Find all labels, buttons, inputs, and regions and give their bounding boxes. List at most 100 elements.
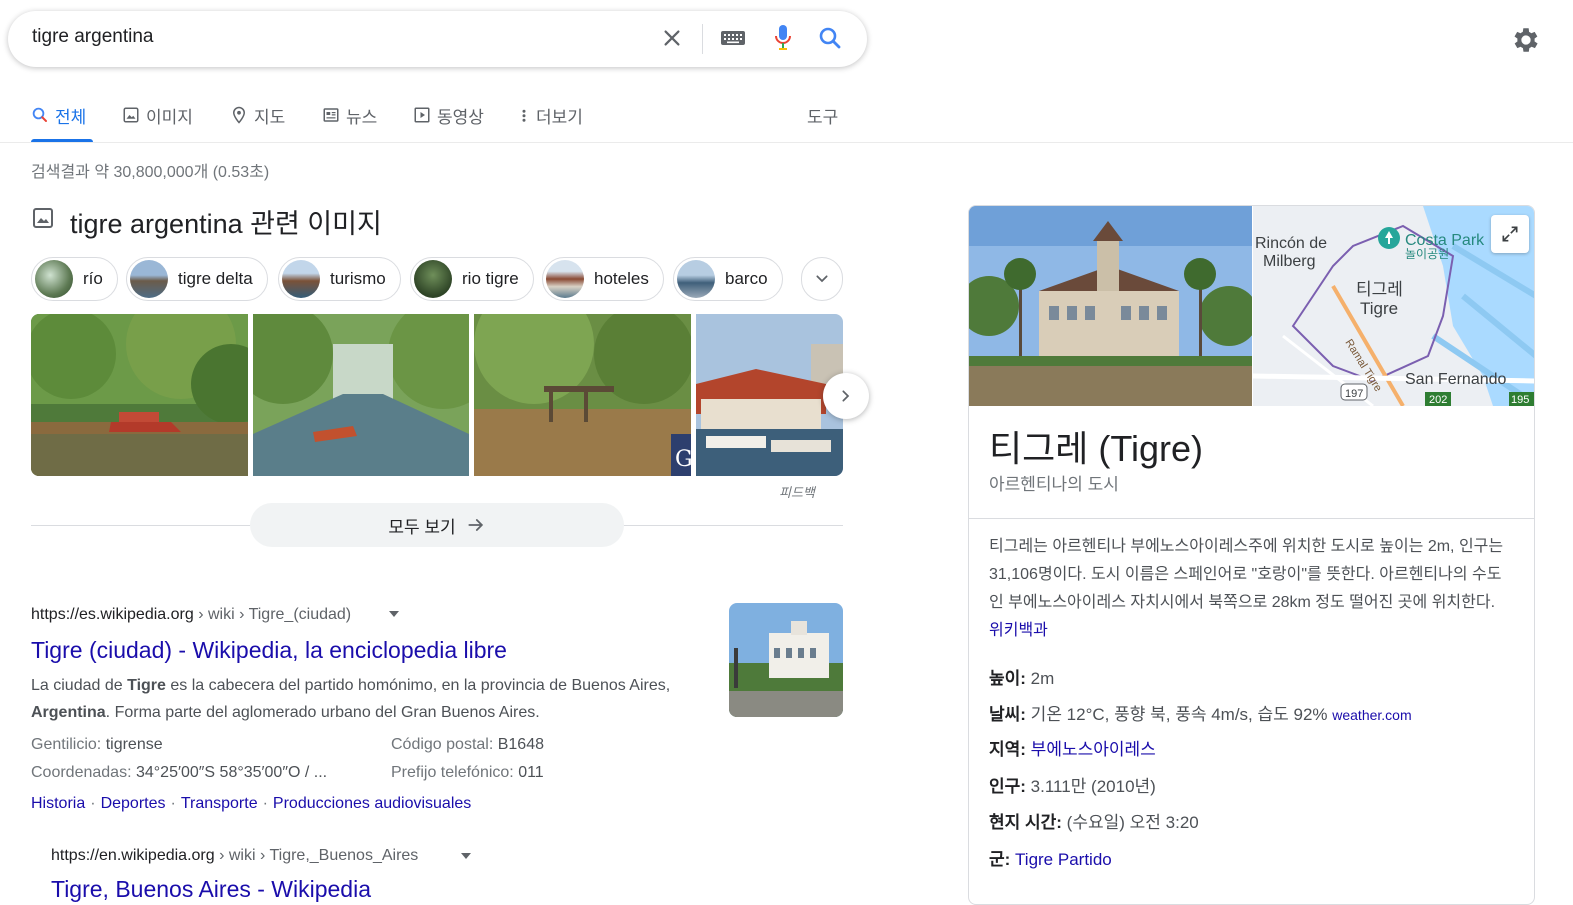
fact-value: 3.111만 (2010년) [1025,777,1156,796]
route-shield-label: 202 [1429,394,1447,406]
fact-link[interactable]: 부에노스아이레스 [1026,740,1156,759]
fact-key[interactable]: 군: [989,850,1010,869]
tab-label: 동영상 [437,107,484,127]
tab-label: 지도 [254,107,286,127]
chip-tigre-delta[interactable]: tigre delta [126,257,268,301]
snippet-bold: Tigre [127,677,166,694]
attribute-value: B1648 [497,736,544,753]
result-snippet: La ciudad de Tigre es la cabecera del pa… [31,672,701,726]
tab-label: 뉴스 [346,107,378,127]
chip-label: tigre delta [178,269,253,288]
result-title-link[interactable]: Tigre, Buenos Aires - Wikipedia [51,876,371,903]
kp-fact-local-time: 현지 시간: (수요일) 오전 3:20 [989,808,1199,833]
chips-expand-button[interactable] [801,257,843,301]
video-icon [414,107,430,123]
see-all-label: 모두 보기 [388,517,456,537]
images-next-button[interactable] [823,373,869,419]
image-result[interactable] [253,314,469,476]
result-menu-caret-icon[interactable] [460,849,472,867]
chip-hoteles[interactable]: hoteles [542,257,664,301]
tab-label: 전체 [55,107,87,127]
tab-label: 더보기 [536,107,583,127]
image-result[interactable]: G [474,314,691,476]
image-result[interactable] [31,314,248,476]
delta-canal-photo [31,314,248,476]
fact-key[interactable]: 현지 시간: [989,813,1062,832]
attribute-label: Gentilicio: [31,736,106,753]
clear-icon[interactable] [656,20,688,56]
flooded-dock-photo: G [474,314,691,476]
chip-rio-tigre[interactable]: rio tigre [410,257,534,301]
tab-news[interactable]: 뉴스 [322,100,377,130]
chip-thumbnail [414,260,452,298]
feedback-link[interactable]: 피드백 [779,482,815,501]
fact-key[interactable]: 높이: [989,669,1026,688]
chip-label: rio tigre [462,269,519,288]
sitelink-separator: · [90,795,96,812]
tab-videos[interactable]: 동영상 [413,100,484,130]
result-cite[interactable]: https://en.wikipedia.org › wiki › Tigre,… [51,847,418,865]
result-cite[interactable]: https://es.wikipedia.org › wiki › Tigre_… [31,606,351,624]
attribute-value: tigrense [105,736,163,753]
tools-button[interactable]: 도구 [807,100,838,130]
result-menu-caret-icon[interactable] [388,607,400,625]
result-path: › wiki › Tigre_(ciudad) [193,606,352,623]
chip-turismo[interactable]: turismo [278,257,401,301]
tab-images[interactable]: 이미지 [122,100,193,130]
result-attribute: Gentilicio: tigrense [31,736,163,754]
tigre-club-photo [969,206,1259,406]
attribute-label: Prefijo telefónico: [391,764,519,781]
fact-key[interactable]: 날씨: [989,705,1026,724]
search-input[interactable]: tigre argentina [32,26,153,48]
weather-source-link[interactable]: weather.com [1332,707,1411,723]
fact-value: (수요일) 오전 3:20 [1061,813,1199,832]
result-domain: https://es.wikipedia.org [31,606,194,623]
chip-thumbnail [677,260,715,298]
sitelink-transporte[interactable]: Transporte [181,795,258,812]
chip-barco[interactable]: barco [673,257,783,301]
chevron-right-icon [842,390,850,402]
kp-wikipedia-link[interactable]: 위키백과 [989,622,1048,639]
snippet-text: es la cabecera del partido homónimo, en … [165,677,671,694]
microphone-icon[interactable] [767,20,799,56]
sitelink-deportes[interactable]: Deportes [101,795,166,812]
result-title-link[interactable]: Tigre (ciudad) - Wikipedia, la enciclope… [31,637,507,664]
chip-label: barco [725,269,768,288]
snippet-bold: Argentina [31,704,106,721]
fact-key[interactable]: 지역: [989,740,1026,759]
route-shield-label: 197 [1345,388,1363,400]
more-vert-icon [522,109,526,122]
fact-value: 2m [1025,669,1055,688]
kp-main-photo[interactable] [969,206,1259,406]
sitelink-producciones[interactable]: Producciones audiovisuales [273,795,471,812]
search-icon[interactable] [814,20,846,56]
image-result[interactable] [696,314,843,476]
snippet-text: La ciudad de [31,677,128,694]
images-heading[interactable]: tigre argentina 관련 이미지 [70,202,382,241]
tab-label: 이미지 [146,107,193,127]
kp-description-text: 티그레는 아르헨티나 부에노스아이레스주에 위치한 도시로 높이는 2m, 인구… [989,538,1504,611]
chip-rio[interactable]: río [31,257,118,301]
map-label: Tigre [1360,299,1398,318]
image-icon [31,206,55,235]
tab-all[interactable]: 전체 [31,100,86,130]
sitelink-separator: · [170,795,176,812]
tab-maps[interactable]: 지도 [230,100,285,130]
chip-label: hoteles [594,269,649,288]
kp-description: 티그레는 아르헨티나 부에노스아이레스주에 위치한 도시로 높이는 2m, 인구… [989,533,1514,645]
result-thumbnail[interactable] [729,603,843,717]
fact-key[interactable]: 인구: [989,777,1026,796]
see-all-button[interactable]: 모두 보기 [250,503,624,547]
sitelink-historia[interactable]: Historia [31,795,85,812]
fact-link[interactable]: Tigre Partido [1010,850,1112,869]
expand-map-button[interactable] [1491,215,1529,253]
result-path: › wiki › Tigre,_Buenos_Aires [214,847,419,864]
keyboard-icon[interactable] [717,20,749,56]
result-attribute: Prefijo telefónico: 011 [391,764,544,782]
settings-gear-icon[interactable] [1510,24,1546,60]
result-attribute: Código postal: B1648 [391,736,544,754]
attribute-label: Coordenadas: [31,764,136,781]
result-sitelinks: Historia · Deportes · Transporte · Produccione… [31,795,471,813]
sitelink-separator: · [262,795,268,812]
tab-more[interactable]: 더보기 [518,100,583,130]
